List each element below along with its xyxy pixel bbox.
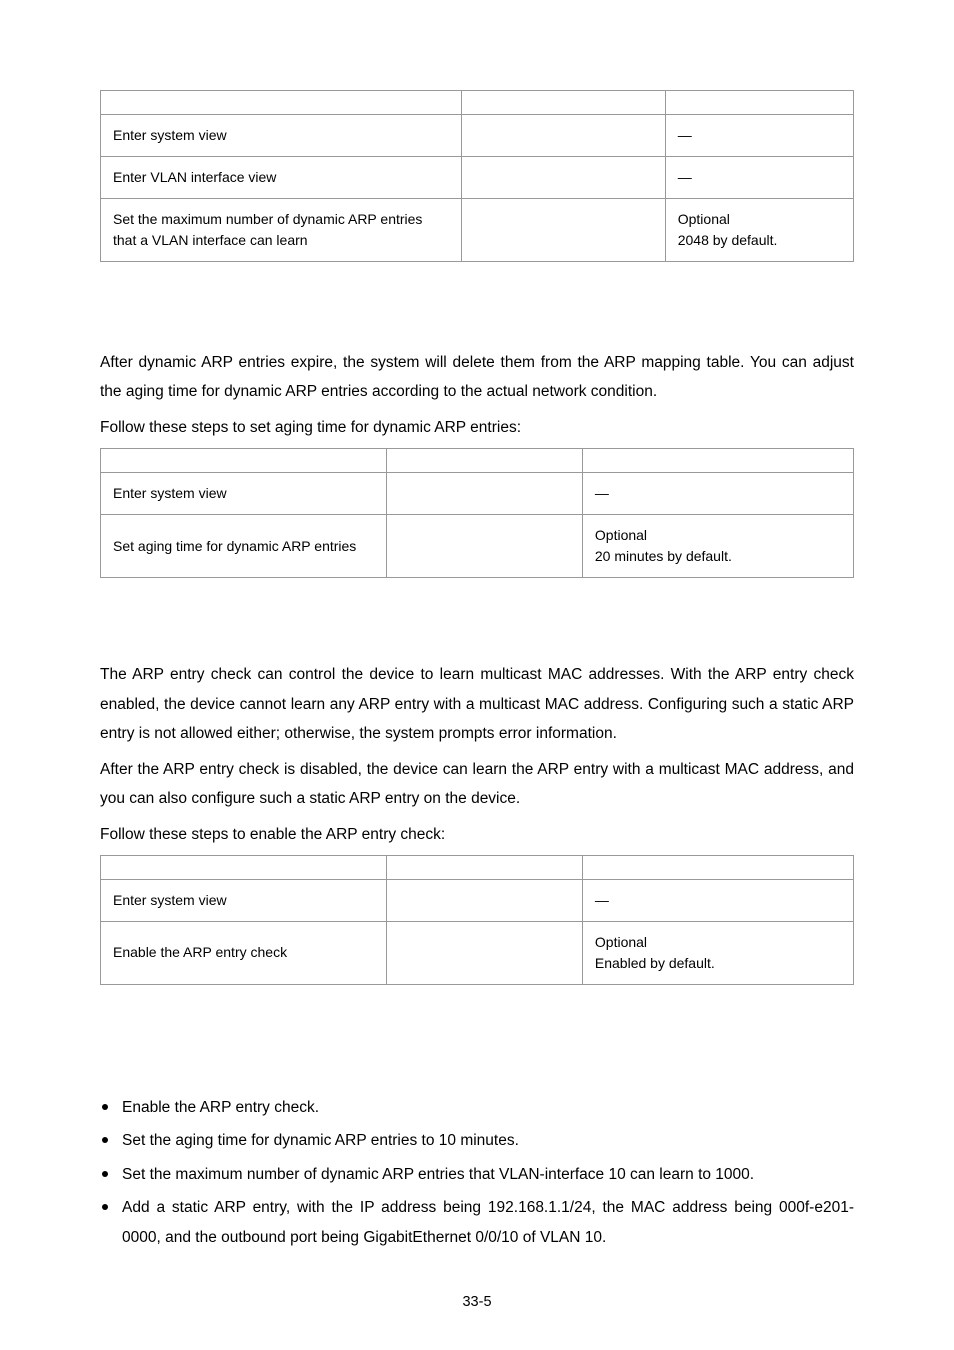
- list-item: Enable the ARP entry check.: [122, 1093, 854, 1122]
- cell-step: Enter system view: [101, 473, 387, 515]
- cell-rem: Optional Enabled by default.: [582, 921, 853, 984]
- cell-step: Enter VLAN interface view: [101, 157, 462, 199]
- cell-rem: Optional 2048 by default.: [665, 199, 853, 262]
- paragraph: Follow these steps to enable the ARP ent…: [100, 820, 854, 849]
- table-row: Set the maximum number of dynamic ARP en…: [101, 199, 854, 262]
- cell-cmd: [462, 199, 665, 262]
- cell-cmd: [387, 879, 583, 921]
- cell-step: Enter system view: [101, 115, 462, 157]
- table-row: Enable the ARP entry check Optional Enab…: [101, 921, 854, 984]
- cell-rem: —: [665, 115, 853, 157]
- table-row: Enter VLAN interface view —: [101, 157, 854, 199]
- list-item: Set the maximum number of dynamic ARP en…: [122, 1160, 854, 1189]
- list-item: Set the aging time for dynamic ARP entri…: [122, 1126, 854, 1155]
- paragraph: After the ARP entry check is disabled, t…: [100, 755, 854, 814]
- table-row: Set aging time for dynamic ARP entries O…: [101, 515, 854, 578]
- table-aging-time: Enter system view — Set aging time for d…: [100, 448, 854, 578]
- cell-cmd: [387, 515, 583, 578]
- cell-rem: —: [582, 879, 853, 921]
- table-arp-entry-check: Enter system view — Enable the ARP entry…: [100, 855, 854, 985]
- cell-step: Set aging time for dynamic ARP entries: [101, 515, 387, 578]
- table-row: Enter system view —: [101, 115, 854, 157]
- bullet-list: Enable the ARP entry check. Set the agin…: [100, 1093, 854, 1252]
- table-row: Enter system view —: [101, 879, 854, 921]
- cell-step: Enable the ARP entry check: [101, 921, 387, 984]
- cell-cmd: [387, 921, 583, 984]
- page-number: 33-5: [0, 1294, 954, 1310]
- table-max-dynamic-arp: Enter system view — Enter VLAN interface…: [100, 90, 854, 262]
- table-row: Enter system view —: [101, 473, 854, 515]
- cell-step: Set the maximum number of dynamic ARP en…: [101, 199, 462, 262]
- cell-cmd: [462, 115, 665, 157]
- cell-rem: Optional 20 minutes by default.: [582, 515, 853, 578]
- paragraph: Follow these steps to set aging time for…: [100, 413, 854, 442]
- paragraph: After dynamic ARP entries expire, the sy…: [100, 348, 854, 407]
- cell-rem: —: [582, 473, 853, 515]
- cell-cmd: [462, 157, 665, 199]
- paragraph: The ARP entry check can control the devi…: [100, 660, 854, 748]
- cell-cmd: [387, 473, 583, 515]
- cell-step: Enter system view: [101, 879, 387, 921]
- list-item: Add a static ARP entry, with the IP addr…: [122, 1193, 854, 1252]
- cell-rem: —: [665, 157, 853, 199]
